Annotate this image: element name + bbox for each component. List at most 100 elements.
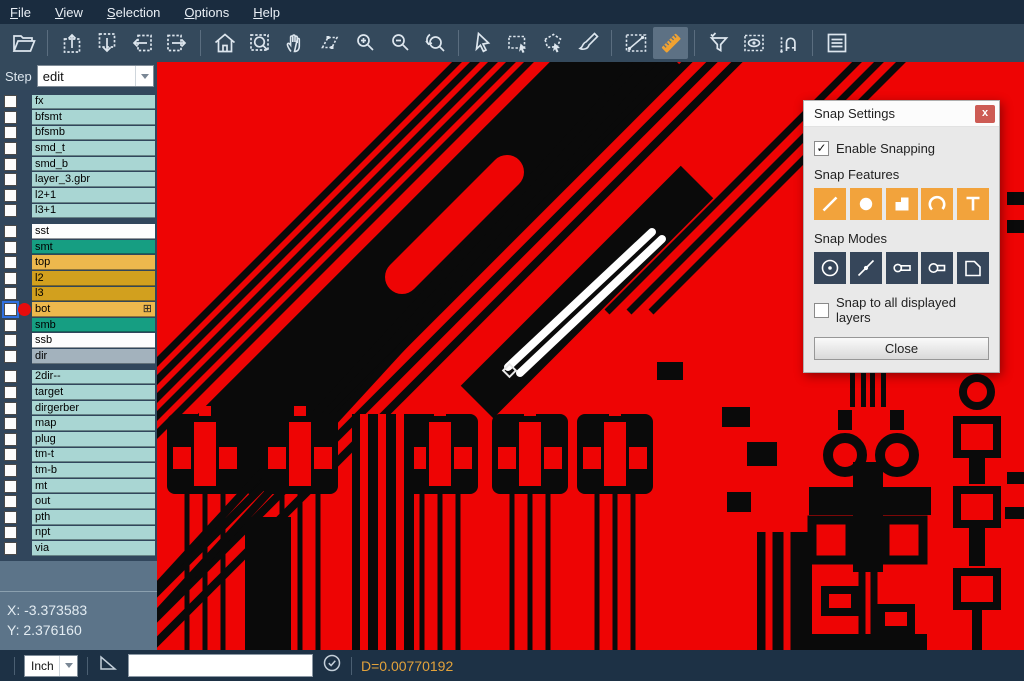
zoom-out-button[interactable] (382, 27, 417, 59)
layer-table-button[interactable] (819, 27, 854, 59)
layer-row-smb[interactable]: smb (0, 317, 157, 333)
layer-name[interactable]: map (32, 416, 155, 431)
zoom-previous-button[interactable] (417, 27, 452, 59)
layer-visibility-checkbox[interactable] (4, 464, 17, 477)
select-arrow-button[interactable] (465, 27, 500, 59)
layer-visibility-checkbox[interactable] (4, 386, 17, 399)
layer-row-tm-t[interactable]: tm-t (0, 447, 157, 463)
snap-pad-icon[interactable] (850, 188, 882, 220)
layer-visibility-checkbox[interactable] (4, 111, 17, 124)
layer-row-l3+1[interactable]: l3+1 (0, 203, 157, 219)
pcb-canvas[interactable]: Snap Settings x ✓ Enable Snapping Snap F… (157, 62, 1024, 650)
layer-name[interactable]: 2dir-- (32, 370, 155, 385)
layer-name[interactable]: layer_3.gbr (32, 172, 155, 187)
chevron-down-icon[interactable] (59, 656, 77, 676)
layer-visibility-checkbox[interactable] (4, 256, 17, 269)
select-polygon-button[interactable] (535, 27, 570, 59)
layer-name[interactable]: smd_b (32, 157, 155, 172)
layer-name[interactable]: pth (32, 510, 155, 525)
layer-row-l2[interactable]: l2 (0, 271, 157, 287)
layer-visibility-checkbox[interactable] (4, 241, 17, 254)
layer-row-dir[interactable]: dir (0, 349, 157, 365)
snap-point-on-line-icon[interactable] (850, 252, 882, 284)
layer-row-smd_b[interactable]: smd_b (0, 156, 157, 172)
layer-name[interactable]: tm-b (32, 463, 155, 478)
layer-visibility-checkbox[interactable] (4, 334, 17, 347)
layer-name[interactable]: bot⊞ (32, 302, 155, 317)
close-icon[interactable]: x (975, 105, 995, 123)
layer-visibility-checkbox[interactable] (4, 542, 17, 555)
layer-name[interactable]: dir (32, 349, 155, 364)
layer-visibility-checkbox[interactable] (4, 448, 17, 461)
layer-row-sst[interactable]: sst (0, 224, 157, 240)
layer-visibility-checkbox[interactable] (4, 225, 17, 238)
zoom-window-button[interactable] (242, 27, 277, 59)
layer-row-target[interactable]: target (0, 385, 157, 401)
layer-visibility-checkbox[interactable] (4, 370, 17, 383)
layer-row-npt[interactable]: npt (0, 525, 157, 541)
layer-name[interactable]: l2+1 (32, 188, 155, 203)
layer-visibility-checkbox[interactable] (4, 350, 17, 363)
snap-trace-end-icon[interactable] (921, 252, 953, 284)
layer-visibility-checkbox[interactable] (4, 95, 17, 108)
chevron-down-icon[interactable] (135, 66, 153, 86)
layer-name[interactable]: plug (32, 432, 155, 447)
layer-row-pth[interactable]: pth (0, 509, 157, 525)
snap-contour-icon[interactable] (957, 252, 989, 284)
layer-row-smd_t[interactable]: smd_t (0, 141, 157, 157)
snap-all-layers-row[interactable]: Snap to all displayed layers (814, 295, 989, 325)
layer-visibility-checkbox[interactable] (4, 173, 17, 186)
layer-name[interactable]: out (32, 494, 155, 509)
menu-selection[interactable]: Selection (107, 5, 160, 20)
layer-visibility-checkbox[interactable] (4, 142, 17, 155)
layer-visibility-checkbox[interactable] (4, 319, 17, 332)
select-rectangle-button[interactable] (500, 27, 535, 59)
highlight-view-button[interactable] (736, 27, 771, 59)
snap-center-icon[interactable] (814, 252, 846, 284)
zoom-in-button[interactable] (347, 27, 382, 59)
filter-button[interactable] (701, 27, 736, 59)
ruler-button[interactable] (653, 27, 688, 59)
layer-name[interactable]: smb (32, 318, 155, 333)
layer-visibility-checkbox[interactable] (4, 495, 17, 508)
layer-name[interactable]: bfsmt (32, 110, 155, 125)
snap-line-icon[interactable] (814, 188, 846, 220)
layer-visibility-checkbox[interactable] (4, 402, 17, 415)
layer-row-smt[interactable]: smt (0, 239, 157, 255)
menu-help[interactable]: Help (253, 5, 280, 20)
command-input[interactable] (128, 654, 313, 677)
pan-right-button[interactable] (159, 27, 194, 59)
enable-snapping-checkbox[interactable]: ✓ (814, 141, 829, 156)
snap-all-layers-checkbox[interactable] (814, 303, 829, 318)
layer-name[interactable]: sst (32, 224, 155, 239)
layer-name[interactable]: l3+1 (32, 204, 155, 219)
layer-name[interactable]: top (32, 255, 155, 270)
layer-name[interactable]: via (32, 541, 155, 556)
layer-visibility-checkbox[interactable] (4, 511, 17, 524)
layer-row-plug[interactable]: plug (0, 431, 157, 447)
step-select[interactable]: edit (37, 65, 154, 87)
angle-measure-icon[interactable] (97, 652, 119, 679)
snap-magnet-button[interactable] (771, 27, 806, 59)
layer-visibility-checkbox[interactable] (4, 272, 17, 285)
layer-row-l2+1[interactable]: l2+1 (0, 188, 157, 204)
layer-name[interactable]: l3 (32, 287, 155, 302)
apply-refresh-icon[interactable] (322, 653, 342, 678)
unit-select[interactable]: Inch (24, 655, 78, 677)
layer-row-layer_3.gbr[interactable]: layer_3.gbr (0, 172, 157, 188)
layer-row-bfsmb[interactable]: bfsmb (0, 125, 157, 141)
layer-name[interactable]: tm-t (32, 448, 155, 463)
close-button[interactable]: Close (814, 337, 989, 360)
layer-row-bot[interactable]: bot⊞ (0, 302, 157, 318)
layer-name[interactable]: ssb (32, 333, 155, 348)
snap-text-icon[interactable] (957, 188, 989, 220)
layer-visibility-checkbox[interactable] (4, 433, 17, 446)
layer-visibility-checkbox[interactable] (4, 126, 17, 139)
layer-row-mt[interactable]: mt (0, 478, 157, 494)
layer-row-map[interactable]: map (0, 416, 157, 432)
menu-view[interactable]: View (55, 5, 83, 20)
layer-row-bfsmt[interactable]: bfsmt (0, 110, 157, 126)
layer-row-ssb[interactable]: ssb (0, 333, 157, 349)
layer-row-tm-b[interactable]: tm-b (0, 463, 157, 479)
layer-name[interactable]: target (32, 385, 155, 400)
